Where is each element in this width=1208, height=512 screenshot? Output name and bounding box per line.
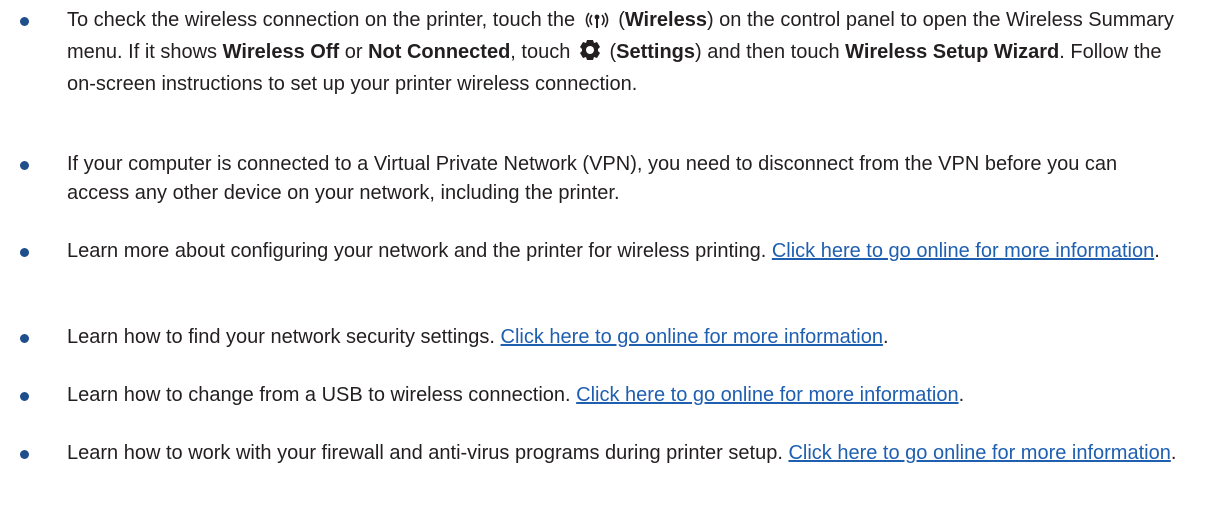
list-item-text: Learn how to work with your firewall and… — [67, 442, 1177, 464]
more-info-link[interactable]: Click here to go online for more informa… — [576, 384, 958, 406]
more-info-link[interactable]: Click here to go online for more informa… — [772, 240, 1154, 262]
bullet-icon — [20, 450, 29, 459]
list-item-text: If your computer is connected to a Virtu… — [67, 153, 1118, 204]
bullet-icon — [20, 248, 29, 257]
list-item-security-settings: Learn how to find your network security … — [0, 323, 1208, 352]
list-item-text: Learn more about configuring your networ… — [67, 240, 1160, 262]
bullet-icon — [20, 161, 29, 170]
list-item-wireless-check: To check the wireless connection on the … — [0, 6, 1208, 99]
list-item-text: To check the wireless connection on the … — [67, 9, 1174, 95]
list-item-vpn: If your computer is connected to a Virtu… — [0, 150, 1208, 208]
more-info-link[interactable]: Click here to go online for more informa… — [501, 326, 883, 348]
more-info-link[interactable]: Click here to go online for more informa… — [788, 442, 1170, 464]
list-item-usb-to-wireless: Learn how to change from a USB to wirele… — [0, 381, 1208, 410]
list-item-configure-network: Learn more about configuring your networ… — [0, 237, 1208, 266]
list-item-text: Learn how to change from a USB to wirele… — [67, 384, 965, 406]
bullet-icon — [20, 392, 29, 401]
bullet-icon — [20, 17, 29, 26]
list-item-text: Learn how to find your network security … — [67, 326, 889, 348]
list-item-firewall: Learn how to work with your firewall and… — [0, 439, 1208, 468]
bullet-icon — [20, 334, 29, 343]
settings-icon — [578, 39, 602, 70]
wireless-icon — [583, 9, 611, 38]
